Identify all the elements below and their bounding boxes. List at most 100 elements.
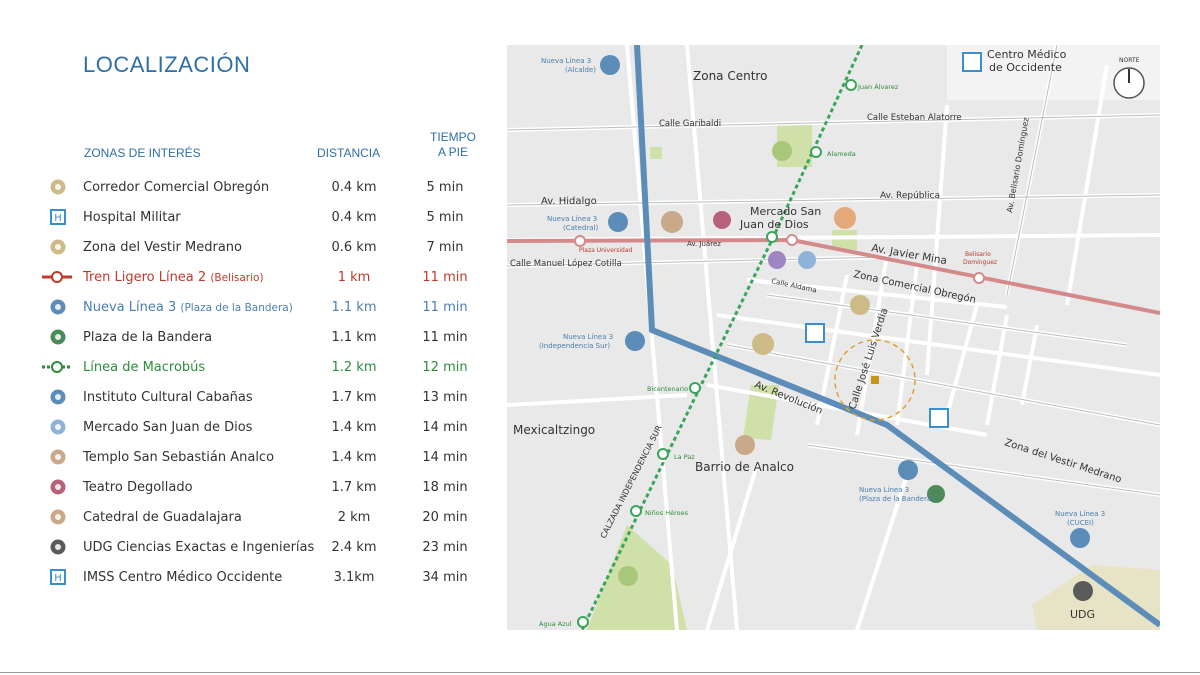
zone-name: Tren Ligero Línea 2 (Belisario)	[83, 270, 264, 285]
map-label: Calle Manuel López Cotilla	[510, 258, 622, 269]
map-label: Av. República	[880, 191, 940, 201]
map-label: Juan Álvarez	[857, 82, 899, 91]
location-map[interactable]: Zona Centro Mexicaltzingo Barrio de Anal…	[507, 45, 1160, 630]
map-label: (Alcalde)	[565, 66, 596, 74]
museum-icon	[50, 389, 66, 405]
list-item: Teatro Degollado 1.7 km 18 min	[44, 473, 484, 503]
list-item: Mercado San Juan de Dios 1.4 km 14 min	[44, 413, 484, 443]
list-item: Templo San Sebastián Analco 1.4 km 14 min	[44, 443, 484, 473]
map-label: Juan de Dios	[739, 218, 809, 231]
map-label: UDG	[1070, 608, 1095, 621]
map-label: Calle José Luis Verdia	[846, 306, 890, 410]
map-label: Nueva Línea 3	[859, 486, 909, 494]
list-item: Instituto Cultural Cabañas 1.7 km 13 min	[44, 383, 484, 413]
map-label: Plaza Universidad	[579, 247, 633, 254]
map-label: Niños Héroes	[645, 509, 689, 517]
zone-walk-time: 11 min	[422, 330, 468, 345]
svg-text:Domínguez: Domínguez	[963, 259, 997, 266]
zone-walk-time: 11 min	[422, 270, 468, 285]
zone-walk-time: 23 min	[422, 540, 468, 555]
list-item: H IMSS Centro Médico Occidente 3.1km 34 min	[44, 563, 484, 593]
church-icon	[50, 449, 66, 465]
header-time: TIEMPO A PIE	[423, 130, 483, 160]
train-icon	[50, 299, 66, 315]
property-marker	[871, 376, 879, 384]
zone-name: Zona del Vestir Medrano	[83, 240, 243, 255]
map-label: Av. Hidalgo	[541, 196, 597, 207]
map-label: (CUCEI)	[1067, 519, 1094, 527]
map-label: Zona Centro	[693, 69, 767, 83]
map-label: Nueva Línea 3	[563, 333, 613, 341]
zone-name: Hospital Militar	[83, 210, 181, 225]
hospital-icon: H	[50, 569, 66, 585]
header-zones: ZONAS DE INTERÉS	[84, 146, 201, 160]
zone-walk-time: 11 min	[422, 300, 468, 315]
zone-distance: 2.4 km	[331, 540, 377, 555]
station-ninos-heroes	[630, 505, 642, 517]
map-label: de Occidente	[989, 61, 1062, 74]
zone-walk-time: 20 min	[422, 510, 468, 525]
header-time-line1: TIEMPO	[429, 130, 476, 144]
zone-distance: 1.4 km	[331, 450, 377, 465]
zone-name: UDG Ciencias Exactas e Ingenierías	[83, 540, 315, 555]
zone-distance: 1.2 km	[331, 360, 377, 375]
zone-walk-time: 34 min	[422, 570, 468, 585]
station-plaza-universidad	[574, 235, 586, 247]
map-label: Bicentenario	[647, 385, 688, 393]
map-label: (Catedral)	[563, 224, 599, 232]
shopping-bag-icon	[50, 179, 66, 195]
zone-walk-time: 5 min	[426, 180, 464, 195]
list-item: UDG Ciencias Exactas e Ingenierías 2.4 km…	[44, 533, 484, 563]
map-label: (Independencia Sur)	[539, 342, 610, 350]
zone-distance: 3.1km	[333, 570, 375, 585]
map-label: Mercado San	[750, 205, 821, 218]
zone-walk-time: 13 min	[422, 390, 468, 405]
list-item: Nueva Línea 3 (Plaza de la Bandera) 1.1 k…	[44, 293, 484, 323]
list-item: H Hospital Militar 0.4 km 5 min	[44, 203, 484, 233]
zone-name: Nueva Línea 3 (Plaza de la Bandera)	[83, 300, 293, 315]
header-time-line2: A PIE	[437, 145, 469, 159]
map-label: Barrio de Analco	[695, 460, 794, 474]
zone-name: Corredor Comercial Obregón	[83, 180, 270, 195]
map-svg: Zona Centro Mexicaltzingo Barrio de Anal…	[507, 45, 1160, 630]
station-la-paz	[657, 448, 669, 460]
zone-distance: 1 km	[337, 270, 371, 285]
light-rail-line-icon	[42, 269, 72, 285]
map-label: NORTE	[1119, 57, 1140, 64]
macrobus-line-icon	[42, 359, 72, 375]
svg-text:H: H	[54, 573, 62, 584]
cathedral-icon	[50, 509, 66, 525]
flag-icon	[50, 329, 66, 345]
station-belisario	[973, 272, 985, 284]
station-juan-alvarez	[845, 79, 857, 91]
zone-name: Templo San Sebastián Analco	[83, 450, 275, 465]
zone-distance: 0.6 km	[331, 240, 377, 255]
zone-walk-time: 18 min	[422, 480, 468, 495]
map-label: Nueva Línea 3	[541, 57, 591, 65]
zone-name: Catedral de Guadalajara	[83, 510, 242, 525]
map-label: Agua Azul	[539, 620, 572, 628]
zone-walk-time: 12 min	[422, 360, 468, 375]
map-label: Calle Garibaldi	[659, 119, 721, 129]
zone-distance: 0.4 km	[331, 180, 377, 195]
svg-text:Belisario: Belisario	[965, 251, 991, 258]
theater-icon	[50, 479, 66, 495]
map-label: Nueva Línea 3	[547, 215, 597, 223]
station-agua-azul	[577, 616, 589, 628]
map-label: Mexicaltzingo	[513, 423, 595, 437]
station-alameda	[810, 146, 822, 158]
hospital-icon: H	[50, 209, 66, 225]
station-bicentenario	[689, 382, 701, 394]
list-item: Catedral de Guadalajara 2 km 20 min	[44, 503, 484, 533]
page-title: LOCALIZACIÓN	[83, 52, 251, 77]
zone-distance: 1.1 km	[331, 330, 377, 345]
list-item: Zona del Vestir Medrano 0.6 km 7 min	[44, 233, 484, 263]
map-label: Zona del Vestir Medrano	[1003, 437, 1123, 485]
map-label: Av. Juárez	[687, 240, 721, 248]
zone-walk-time: 14 min	[422, 450, 468, 465]
clothing-icon	[50, 239, 66, 255]
zones-list: Corredor Comercial Obregón 0.4 km 5 min H Ho…	[42, 173, 484, 593]
list-item: Tren Ligero Línea 2 (Belisario) 1 km 11 mi…	[42, 263, 484, 293]
market-icon	[50, 419, 66, 435]
zone-walk-time: 7 min	[426, 240, 464, 255]
